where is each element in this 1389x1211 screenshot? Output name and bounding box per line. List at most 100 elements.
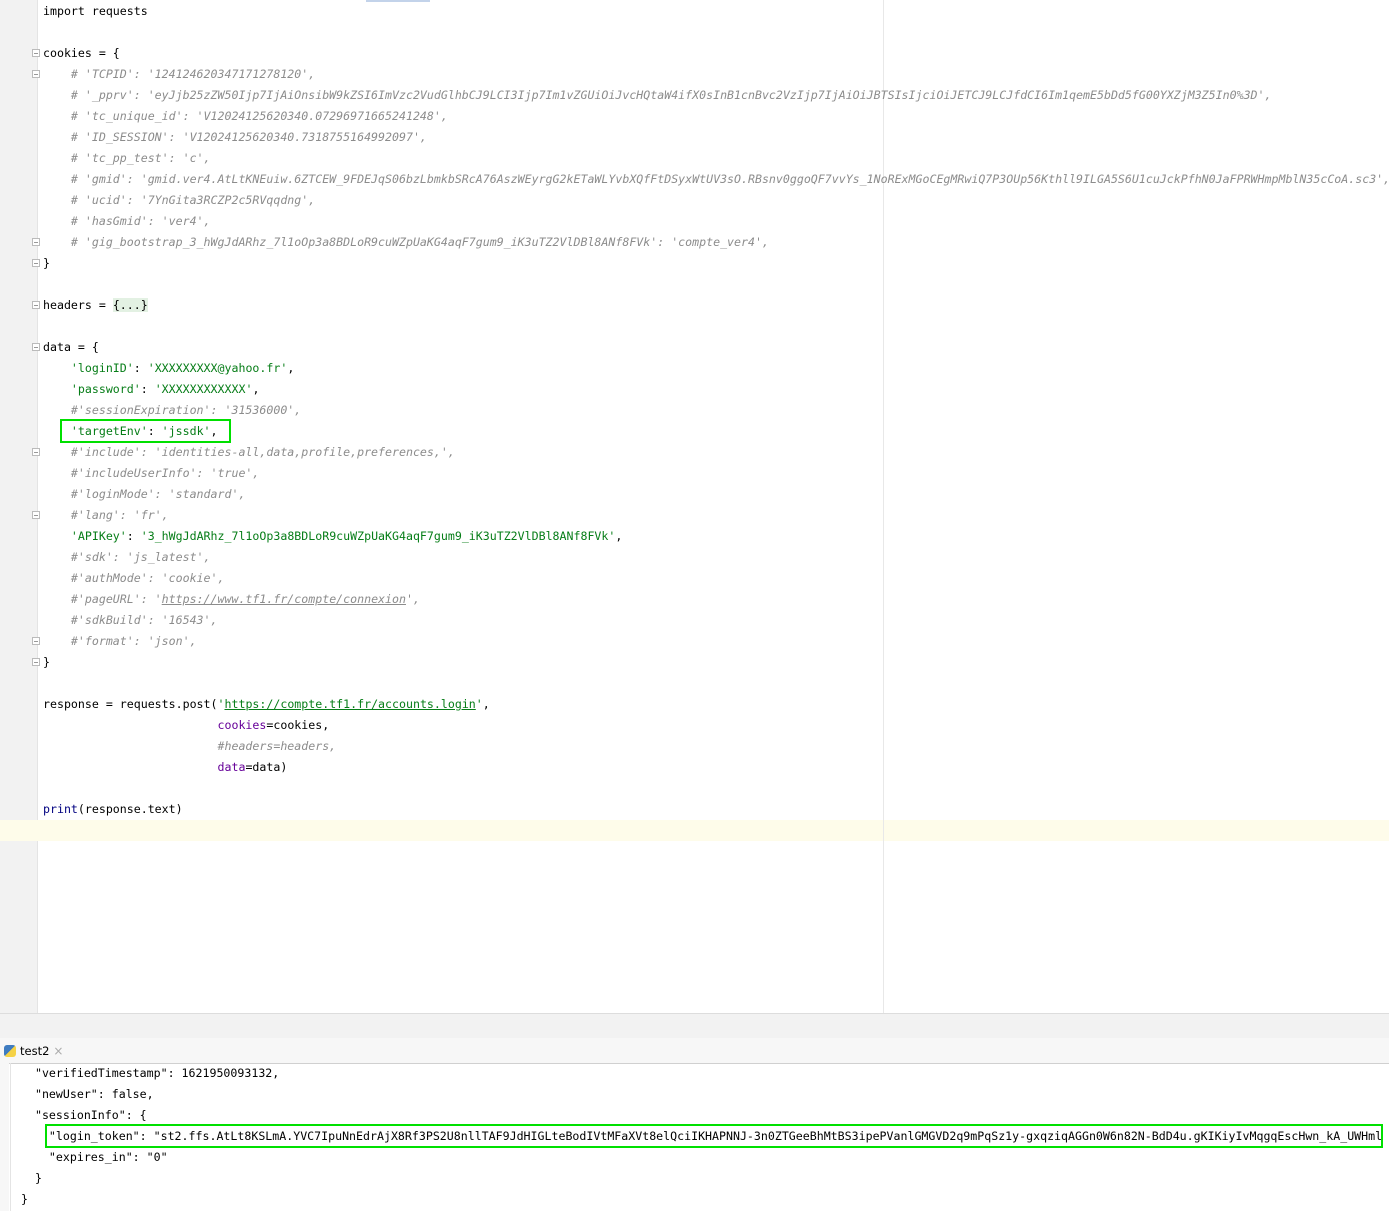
code-token: 'password' xyxy=(70,382,141,396)
code-line[interactable]: # 'tc_unique_id': 'V12024125620340.07296… xyxy=(43,106,1389,127)
code-line[interactable]: headers = {...} xyxy=(43,295,1389,316)
code-token: # 'ID_SESSION': 'V12024125620340.7318755… xyxy=(43,130,427,144)
code-line[interactable]: # 'ucid': '7YnGita3RCZP2c5RVqqdng', xyxy=(43,190,1389,211)
code-token: } xyxy=(43,655,50,669)
code-token: , xyxy=(252,382,260,396)
code-token: data xyxy=(217,760,246,774)
code-line[interactable] xyxy=(43,22,1389,43)
code-line[interactable]: import requests xyxy=(43,1,1389,22)
fold-icon[interactable] xyxy=(32,49,40,57)
code-token: =data) xyxy=(245,760,288,774)
code-token: =cookies, xyxy=(266,718,330,732)
run-tab[interactable]: test2 × xyxy=(0,1038,69,1063)
code-lines[interactable]: import requests cookies = { # 'TCPID': '1… xyxy=(43,1,1389,820)
current-line-highlight xyxy=(0,820,1389,841)
code-token: # 'gig_bootstrap_3_hWgJdARhz_7l1oOp3a8BD… xyxy=(43,235,769,249)
code-line[interactable] xyxy=(43,316,1389,337)
close-icon[interactable]: × xyxy=(53,1044,63,1058)
output-line: "verifiedTimestamp": 1621950093132, xyxy=(21,1066,280,1080)
code-token: #'sessionExpiration': '31536000', xyxy=(43,403,302,417)
code-line[interactable]: # 'ID_SESSION': 'V12024125620340.7318755… xyxy=(43,127,1389,148)
fold-icon[interactable] xyxy=(32,511,40,519)
code-token: response = requests.post( xyxy=(43,697,218,711)
code-token: import requests xyxy=(43,4,148,18)
code-token: (response.text) xyxy=(77,802,183,816)
code-line[interactable]: #'sdk': 'js_latest', xyxy=(43,547,1389,568)
code-line[interactable]: response = requests.post('https://compte… xyxy=(43,694,1389,715)
code-token: #'loginMode': 'standard', xyxy=(43,487,246,501)
code-token: # '_pprv': 'eyJjb25zZW50Ijp7IjAiOnsibW9k… xyxy=(43,88,1272,102)
code-line[interactable]: print(response.text) xyxy=(43,799,1389,820)
code-editor[interactable]: import requests cookies = { # 'TCPID': '1… xyxy=(0,0,1389,1013)
fold-icon[interactable] xyxy=(32,238,40,246)
code-line[interactable]: # 'hasGmid': 'ver4', xyxy=(43,211,1389,232)
code-token: #'include': 'identities-all,data,profile… xyxy=(43,445,455,459)
code-token: # 'tc_unique_id': 'V12024125620340.07296… xyxy=(43,109,448,123)
code-line[interactable]: 'APIKey': '3_hWgJdARhz_7l1oOp3a8BDLoR9cu… xyxy=(43,526,1389,547)
code-line[interactable]: # 'gig_bootstrap_3_hWgJdARhz_7l1oOp3a8BD… xyxy=(43,232,1389,253)
output-line: } xyxy=(21,1171,42,1185)
output-line: "newUser": false, xyxy=(21,1087,154,1101)
code-token: cookies xyxy=(217,718,267,732)
code-token: print xyxy=(43,802,78,816)
code-line[interactable]: data = { xyxy=(43,337,1389,358)
code-line[interactable]: # 'TCPID': '124124620347171278120', xyxy=(43,64,1389,85)
code-line[interactable]: #'include': 'identities-all,data,profile… xyxy=(43,442,1389,463)
fold-icon[interactable] xyxy=(32,637,40,645)
fold-icon[interactable] xyxy=(32,259,40,267)
code-token: #'sdk': 'js_latest', xyxy=(43,550,211,564)
code-line[interactable] xyxy=(43,274,1389,295)
code-line[interactable]: #headers=headers, xyxy=(43,736,1389,757)
code-line[interactable]: # 'tc_pp_test': 'c', xyxy=(43,148,1389,169)
code-line[interactable]: 'loginID': 'XXXXXXXXX@yahoo.fr', xyxy=(43,358,1389,379)
code-token: # 'ucid': '7YnGita3RCZP2c5RVqqdng', xyxy=(43,193,316,207)
code-token: # 'tc_pp_test': 'c', xyxy=(43,151,211,165)
code-line[interactable]: #'sdkBuild': '16543', xyxy=(43,610,1389,631)
code-line[interactable]: #'loginMode': 'standard', xyxy=(43,484,1389,505)
code-line[interactable]: cookies = { xyxy=(43,43,1389,64)
code-line[interactable]: #'sessionExpiration': '31536000', xyxy=(43,400,1389,421)
code-line[interactable]: 'targetEnv': 'jssdk', xyxy=(43,421,1389,442)
fold-icon[interactable] xyxy=(32,301,40,309)
code-line[interactable]: } xyxy=(43,652,1389,673)
code-line[interactable]: #'lang': 'fr', xyxy=(43,505,1389,526)
code-line[interactable] xyxy=(43,778,1389,799)
code-token: #'lang': 'fr', xyxy=(43,508,169,522)
code-line[interactable]: 'password': 'XXXXXXXXXXXX', xyxy=(43,379,1389,400)
code-token: #'pageURL': ' xyxy=(43,592,162,606)
code-line[interactable]: # 'gmid': 'gmid.ver4.AtLtKNEuiw.6ZTCEW_9… xyxy=(43,169,1389,190)
code-token: '3_hWgJdARhz_7l1oOp3a8BDLoR9cuWZpUaKG4aq… xyxy=(140,529,616,543)
fold-icon[interactable] xyxy=(32,658,40,666)
code-line[interactable]: #'authMode': 'cookie', xyxy=(43,568,1389,589)
code-line[interactable]: data=data) xyxy=(43,757,1389,778)
fold-icon[interactable] xyxy=(32,448,40,456)
code-line[interactable]: } xyxy=(43,253,1389,274)
code-token: 'XXXXXXXXXXXX' xyxy=(154,382,253,396)
code-token: # 'gmid': 'gmid.ver4.AtLtKNEuiw.6ZTCEW_9… xyxy=(43,172,1389,186)
folded-region[interactable]: {...} xyxy=(112,298,148,312)
panel-divider[interactable] xyxy=(0,1013,1389,1039)
code-line[interactable]: #'includeUserInfo': 'true', xyxy=(43,463,1389,484)
code-token: #'format': 'json', xyxy=(43,634,197,648)
run-tab-bar: test2 × xyxy=(0,1038,1389,1064)
url-link[interactable]: https://compte.tf1.fr/accounts.login xyxy=(225,697,476,711)
code-line[interactable]: #'format': 'json', xyxy=(43,631,1389,652)
url-link[interactable]: https://www.tf1.fr/compte/connexion xyxy=(162,592,406,606)
code-line[interactable] xyxy=(43,673,1389,694)
code-line[interactable]: #'pageURL': 'https://www.tf1.fr/compte/c… xyxy=(43,589,1389,610)
code-token: data = { xyxy=(43,340,99,354)
code-token: 'loginID' xyxy=(70,361,134,375)
output-line: "expires_in": "0" xyxy=(21,1150,168,1164)
code-token: : xyxy=(140,382,155,396)
code-token: ' xyxy=(217,697,225,711)
fold-icon[interactable] xyxy=(32,70,40,78)
code-token: #'authMode': 'cookie', xyxy=(43,571,225,585)
code-line[interactable]: # '_pprv': 'eyJjb25zZW50Ijp7IjAiOnsibW9k… xyxy=(43,85,1389,106)
code-token: ' xyxy=(475,697,483,711)
code-token: headers = xyxy=(43,298,113,312)
code-line[interactable]: cookies=cookies, xyxy=(43,715,1389,736)
fold-icon[interactable] xyxy=(32,343,40,351)
code-token: cookies = { xyxy=(43,46,120,60)
run-output[interactable]: "verifiedTimestamp": 1621950093132, "new… xyxy=(10,1063,1389,1211)
